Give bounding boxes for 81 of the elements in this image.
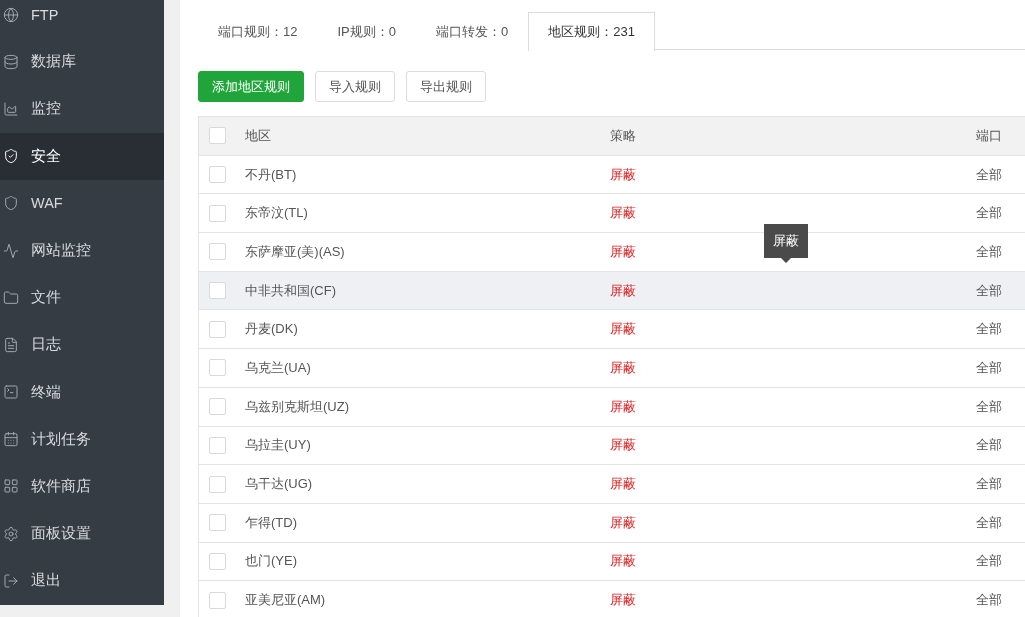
table-cell-text: 乌干达(UG): [245, 475, 314, 494]
terminal-icon: [3, 384, 19, 401]
logout-icon: [3, 572, 19, 589]
sidebar-item[interactable]: FTP: [0, 0, 164, 39]
table-cell-text: 屏蔽: [610, 242, 637, 261]
shield-check-icon: [3, 148, 19, 165]
sidebar-item[interactable]: 终端: [0, 368, 164, 416]
sidebar-item[interactable]: 数据库: [0, 38, 164, 86]
table-cell-text: 屏蔽: [610, 552, 637, 571]
checkbox[interactable]: [209, 243, 226, 261]
table-cell-text: 全部: [976, 513, 1003, 532]
table-cell-text: 乌拉圭(UY): [245, 436, 312, 455]
file-icon: [3, 336, 19, 353]
checkbox[interactable]: [209, 166, 226, 184]
action-button[interactable]: 导入规则: [315, 71, 395, 102]
tab[interactable]: 地区规则：231: [528, 12, 655, 51]
table-cell-text: 屏蔽: [610, 281, 637, 300]
table-cell-text: 全部: [976, 358, 1003, 377]
column-header: 地区: [245, 126, 272, 145]
table-cell-text: 屏蔽: [610, 204, 637, 223]
table-cell-text: 全部: [976, 281, 1003, 300]
table-cell-text: 屏蔽: [610, 475, 637, 494]
checkbox[interactable]: [209, 436, 226, 454]
globe-icon: [3, 6, 19, 23]
table-cell-text: 屏蔽: [610, 513, 637, 532]
checkbox[interactable]: [209, 282, 226, 300]
table-cell-text: 亚美尼亚(AM): [245, 591, 327, 610]
table-cell-text: 中非共和国(CF): [245, 281, 337, 300]
action-button[interactable]: 导出规则: [406, 71, 486, 102]
table-cell-text: 全部: [976, 397, 1003, 416]
checkbox[interactable]: [209, 552, 226, 570]
calendar-icon: [3, 431, 19, 448]
table-cell-text: 乍得(TD): [245, 513, 298, 532]
database-icon: [3, 53, 19, 70]
table-cell-text: 屏蔽: [610, 320, 637, 339]
sidebar-item[interactable]: 计划任务: [0, 415, 164, 463]
activity-icon: [3, 242, 19, 259]
sidebar-item[interactable]: 软件商店: [0, 462, 164, 511]
sidebar-item[interactable]: 文件: [0, 274, 164, 322]
table-cell-text: 全部: [976, 204, 1003, 223]
folder-icon: [3, 289, 19, 306]
sidebar-item[interactable]: 监控: [0, 85, 164, 133]
table-cell-text: 不丹(BT): [245, 165, 298, 184]
table-cell-text: 东帝汶(TL): [245, 204, 309, 223]
sidebar-item[interactable]: WAF: [0, 179, 164, 227]
sidebar-item[interactable]: 安全: [0, 132, 164, 180]
checkbox[interactable]: [209, 475, 226, 493]
sidebar-item[interactable]: 退出: [0, 557, 164, 605]
table-cell-text: 也门(YE): [245, 552, 298, 571]
checkbox[interactable]: [209, 591, 226, 609]
checkbox[interactable]: [209, 514, 226, 532]
table-cell-text: 屏蔽: [610, 436, 637, 455]
table-cell-text: 屏蔽: [610, 397, 637, 416]
checkbox[interactable]: [209, 204, 226, 222]
table-cell-text: 全部: [976, 552, 1003, 571]
table-cell-text: 乌克兰(UA): [245, 358, 312, 377]
sidebar-item[interactable]: 面板设置: [0, 510, 164, 558]
settings-icon: [3, 525, 19, 542]
table-cell-text: 全部: [976, 436, 1003, 455]
sidebar-item[interactable]: 日志: [0, 321, 164, 369]
column-header: 策略: [610, 126, 637, 145]
table-cell-text: 乌兹别克斯坦(UZ): [245, 397, 350, 416]
shield-icon: [3, 195, 19, 212]
grid-icon: [3, 478, 19, 495]
checkbox[interactable]: [209, 127, 226, 145]
table-cell-text: 屏蔽: [610, 165, 637, 184]
sidebar-item[interactable]: 网站监控: [0, 226, 164, 275]
table-cell-text: 全部: [976, 320, 1003, 339]
table-cell-text: 全部: [976, 242, 1003, 261]
column-header: 端口: [976, 126, 1003, 145]
table-cell-text: 丹麦(DK): [245, 320, 299, 339]
checkbox[interactable]: [209, 398, 226, 416]
table-cell-text: 全部: [976, 475, 1003, 494]
table-cell-text: 屏蔽: [610, 591, 637, 610]
table-cell-text: 东萨摩亚(美)(AS): [245, 242, 346, 261]
table-cell-text: 屏蔽: [610, 358, 637, 377]
checkbox[interactable]: [209, 320, 226, 338]
table-cell-text: 全部: [976, 591, 1003, 610]
chart-icon: [3, 100, 19, 117]
checkbox[interactable]: [209, 359, 226, 377]
table-cell-text: 全部: [976, 165, 1003, 184]
